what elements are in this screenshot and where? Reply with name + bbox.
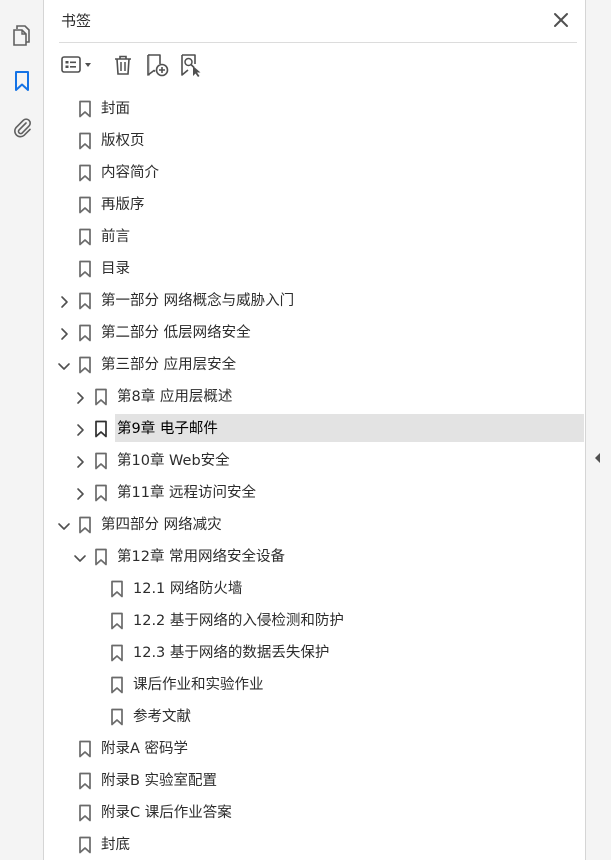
- bookmark-icon: [78, 772, 92, 790]
- bookmark-label: 封面: [101, 101, 130, 117]
- bookmark-icon: [110, 708, 124, 726]
- bookmark-icon: [78, 836, 92, 854]
- bookmark-item[interactable]: 参考文献: [45, 701, 585, 733]
- bookmarks-panel: 书签 封面 版权页 内容简介 再版序 前言 目录 第一部分 网络概念与威胁入门 …: [45, 0, 585, 860]
- close-icon[interactable]: [551, 10, 571, 30]
- collapse-arrow-icon[interactable]: [592, 447, 604, 469]
- delete-bookmark-icon[interactable]: [109, 52, 137, 78]
- navigation-rail: [0, 0, 44, 860]
- bookmark-item[interactable]: 12.2 基于网络的入侵检测和防护: [45, 605, 585, 637]
- bookmark-icon: [78, 132, 92, 150]
- attachment-icon[interactable]: [8, 113, 36, 141]
- bookmark-label: 第11章 远程访问安全: [117, 485, 257, 501]
- bookmark-icon: [78, 260, 92, 278]
- chevron-down-icon[interactable]: [73, 550, 87, 564]
- bookmark-item[interactable]: 封面: [45, 93, 585, 125]
- options-menu-icon[interactable]: [59, 52, 95, 78]
- bookmark-item[interactable]: 第12章 常用网络安全设备: [45, 541, 585, 573]
- bookmark-label: 第二部分 低层网络安全: [101, 325, 251, 341]
- bookmark-item[interactable]: 课后作业和实验作业: [45, 669, 585, 701]
- bookmark-item[interactable]: 第8章 应用层概述: [45, 381, 585, 413]
- bookmark-item[interactable]: 版权页: [45, 125, 585, 157]
- bookmark-item[interactable]: 前言: [45, 221, 585, 253]
- bookmark-icon: [78, 356, 92, 374]
- bookmark-item[interactable]: 第9章 电子邮件: [45, 413, 585, 445]
- bookmark-icon: [78, 740, 92, 758]
- bookmark-icon: [78, 100, 92, 118]
- bookmark-icon: [78, 164, 92, 182]
- panel-splitter[interactable]: [585, 0, 611, 860]
- bookmark-icon: [78, 804, 92, 822]
- bookmark-label: 前言: [101, 229, 130, 245]
- bookmark-icon: [110, 676, 124, 694]
- chevron-right-icon[interactable]: [57, 326, 71, 340]
- bookmark-search-icon[interactable]: [177, 52, 205, 78]
- chevron-right-icon[interactable]: [57, 294, 71, 308]
- bookmark-label: 第三部分 应用层安全: [101, 357, 237, 373]
- bookmark-label: 第9章 电子邮件: [117, 421, 218, 437]
- bookmark-item[interactable]: 内容简介: [45, 157, 585, 189]
- bookmark-label: 12.1 网络防火墙: [133, 581, 243, 597]
- bookmark-item[interactable]: 12.1 网络防火墙: [45, 573, 585, 605]
- bookmark-item[interactable]: 第三部分 应用层安全: [45, 349, 585, 381]
- bookmark-item[interactable]: 目录: [45, 253, 585, 285]
- bookmark-icon: [78, 196, 92, 214]
- bookmark-item[interactable]: 第四部分 网络减灾: [45, 509, 585, 541]
- bookmark-label: 第10章 Web安全: [117, 453, 230, 469]
- bookmark-label: 12.3 基于网络的数据丢失保护: [133, 645, 330, 661]
- bookmark-icon: [94, 548, 108, 566]
- bookmark-item[interactable]: 第一部分 网络概念与威胁入门: [45, 285, 585, 317]
- bookmark-label: 第8章 应用层概述: [117, 389, 233, 405]
- bookmark-label: 参考文献: [133, 709, 191, 725]
- bookmark-label: 封底: [101, 837, 130, 853]
- bookmark-item[interactable]: 附录A 密码学: [45, 733, 585, 765]
- bookmark-icon: [78, 292, 92, 310]
- bookmark-icon: [94, 452, 108, 470]
- bookmark-label: 第四部分 网络减灾: [101, 517, 222, 533]
- bookmark-icon: [94, 420, 108, 438]
- bookmark-icon: [78, 228, 92, 246]
- bookmark-label: 版权页: [101, 133, 145, 149]
- bookmark-item[interactable]: 附录C 课后作业答案: [45, 797, 585, 829]
- bookmark-icon: [110, 644, 124, 662]
- bookmark-icon: [78, 324, 92, 342]
- bookmark-item[interactable]: 附录B 实验室配置: [45, 765, 585, 797]
- chevron-down-icon[interactable]: [57, 518, 71, 532]
- bookmark-item[interactable]: 第10章 Web安全: [45, 445, 585, 477]
- bookmark-label: 目录: [101, 261, 130, 277]
- bookmark-label: 附录C 课后作业答案: [101, 805, 232, 821]
- bookmark-label: 12.2 基于网络的入侵检测和防护: [133, 613, 344, 629]
- header-divider: [59, 42, 577, 43]
- bookmark-label: 再版序: [101, 197, 145, 213]
- bookmark-icon: [110, 612, 124, 630]
- bookmark-icon: [94, 388, 108, 406]
- bookmark-item[interactable]: 12.3 基于网络的数据丢失保护: [45, 637, 585, 669]
- bookmark-item[interactable]: 封底: [45, 829, 585, 861]
- bookmark-label: 内容简介: [101, 165, 159, 181]
- bookmark-label: 第12章 常用网络安全设备: [117, 549, 286, 565]
- chevron-right-icon[interactable]: [73, 454, 87, 468]
- chevron-right-icon[interactable]: [73, 390, 87, 404]
- bookmark-icon: [78, 516, 92, 534]
- bookmark-item[interactable]: 第二部分 低层网络安全: [45, 317, 585, 349]
- bookmark-label: 附录A 密码学: [101, 741, 189, 757]
- chevron-down-icon[interactable]: [57, 358, 71, 372]
- bookmark-label: 附录B 实验室配置: [101, 773, 218, 789]
- bookmarks-toolbar: [59, 50, 579, 80]
- bookmark-icon[interactable]: [8, 67, 36, 95]
- bookmark-item[interactable]: 第11章 远程访问安全: [45, 477, 585, 509]
- bookmark-label: 第一部分 网络概念与威胁入门: [101, 293, 295, 309]
- chevron-right-icon[interactable]: [73, 486, 87, 500]
- bookmark-icon: [110, 580, 124, 598]
- new-bookmark-icon[interactable]: [143, 52, 171, 78]
- bookmark-item[interactable]: 再版序: [45, 189, 585, 221]
- bookmark-label: 课后作业和实验作业: [133, 677, 264, 693]
- bookmark-icon: [94, 484, 108, 502]
- panel-title: 书签: [61, 12, 92, 30]
- pages-icon[interactable]: [8, 21, 36, 49]
- chevron-right-icon[interactable]: [73, 422, 87, 436]
